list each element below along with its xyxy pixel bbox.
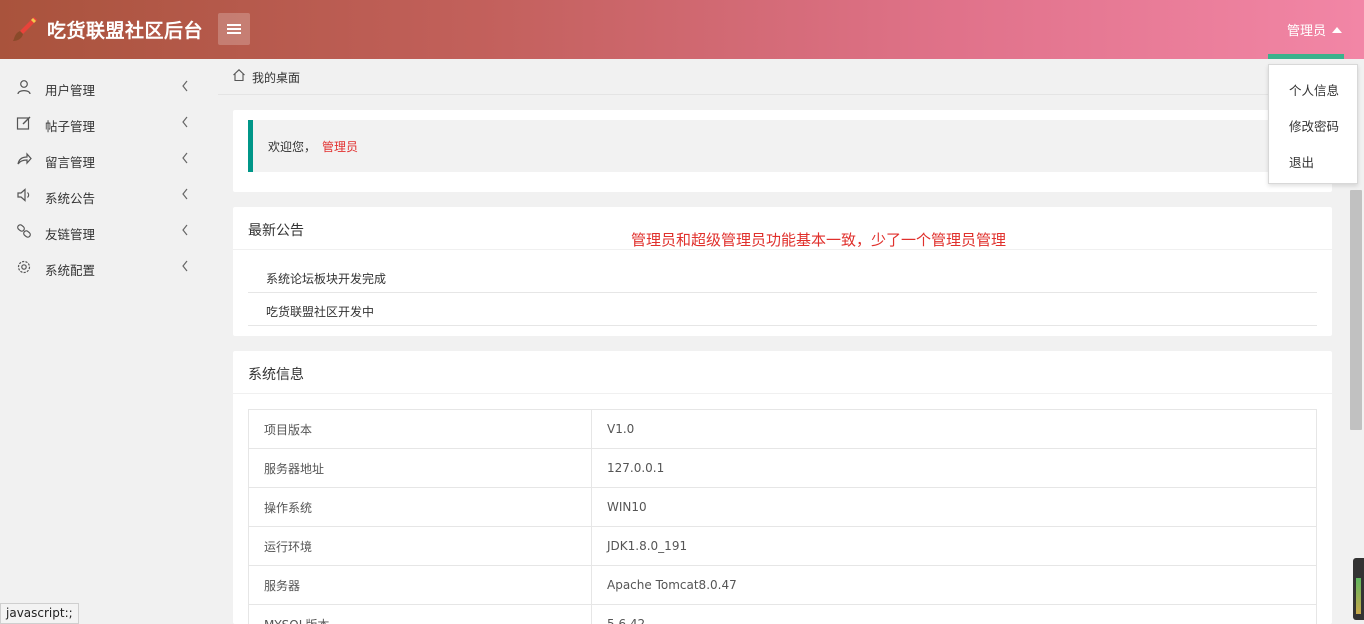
gear-icon	[17, 260, 31, 274]
speaker-icon	[17, 188, 30, 202]
chevron-left-icon	[182, 260, 188, 272]
menu-item-logout[interactable]: 退出	[1289, 152, 1314, 171]
system-info-card: 系统信息 项目版本 V1.0 服务器地址 127.0.0.1 操作系统 WIN10 运…	[233, 351, 1332, 624]
table-row: MYSQL版本5.6.42	[248, 604, 1317, 624]
breadcrumb: 我的桌面	[218, 59, 1348, 95]
notices-card: 最新公告 系统论坛板块开发完成 吃货联盟社区开发中	[233, 207, 1332, 336]
home-icon	[233, 69, 245, 82]
sidebar-item-settings[interactable]: 系统配置	[0, 249, 218, 285]
info-key: MYSQL版本	[248, 604, 592, 624]
sidebar-item-announcements[interactable]: 系统公告	[0, 177, 218, 213]
link-icon	[17, 224, 31, 238]
chevron-left-icon	[182, 80, 188, 92]
notices-title: 最新公告	[248, 223, 304, 239]
info-value: JDK1.8.0_191	[591, 526, 1317, 566]
info-key: 服务器地址	[248, 448, 592, 488]
table-row: 项目版本 V1.0	[248, 409, 1317, 449]
edit-icon	[16, 116, 31, 130]
info-key: 运行环境	[248, 526, 592, 566]
notice-item[interactable]: 系统论坛板块开发完成	[248, 260, 1317, 293]
sidebar-item-label: 留言管理	[45, 155, 96, 170]
sidebar-item-label: 用户管理	[45, 83, 96, 98]
sidebar-item-label: 友链管理	[45, 227, 96, 242]
info-value: 5.6.42	[591, 604, 1317, 624]
user-menu-label: 管理员	[1287, 24, 1327, 39]
hamburger-menu-icon	[227, 24, 241, 34]
welcome-prefix: 欢迎您，	[268, 140, 317, 154]
notice-item[interactable]: 吃货联盟社区开发中	[248, 293, 1317, 326]
menu-item-change-password[interactable]: 修改密码	[1289, 116, 1339, 135]
menu-item-profile[interactable]: 个人信息	[1289, 80, 1339, 99]
sidebar-item-label: 系统公告	[45, 191, 96, 206]
annotation-note: 管理员和超级管理员功能基本一致，少了一个管理员管理	[631, 231, 1007, 249]
chevron-left-icon	[182, 116, 188, 128]
sidebar-item-posts[interactable]: 帖子管理	[0, 105, 218, 141]
info-key: 服务器	[248, 565, 592, 605]
scrollbar-thumb[interactable]	[1350, 190, 1362, 430]
notice-item-label: 系统论坛板块开发完成	[266, 272, 387, 286]
divider	[233, 393, 1332, 394]
caret-up-icon	[1332, 27, 1343, 33]
info-value: Apache Tomcat8.0.47	[591, 565, 1317, 605]
welcome-username: 管理员	[322, 140, 359, 154]
top-header: 吃货联盟社区后台 管理员	[0, 0, 1364, 59]
system-info-table: 项目版本 V1.0 服务器地址 127.0.0.1 操作系统 WIN10 运行环境 JD…	[248, 409, 1317, 624]
info-value: 127.0.0.1	[591, 448, 1317, 488]
info-value: WIN10	[591, 487, 1317, 527]
table-row: 服务器地址 127.0.0.1	[248, 448, 1317, 488]
user-menu-button[interactable]: 管理员	[1287, 20, 1343, 39]
welcome-text: 欢迎您， 管理员	[268, 138, 358, 155]
chevron-left-icon	[182, 152, 188, 164]
share-icon	[17, 152, 32, 165]
system-info-title: 系统信息	[248, 367, 304, 383]
user-icon	[17, 80, 31, 95]
sidebar-item-messages[interactable]: 留言管理	[0, 141, 218, 177]
user-dropdown-menu: 个人信息 修改密码 退出	[1268, 64, 1358, 184]
sidebar-item-label: 系统配置	[45, 263, 96, 278]
sidebar: 用户管理 帖子管理 留言管理 系统公告 友链管理 系统配置	[0, 59, 218, 624]
chevron-left-icon	[182, 188, 188, 200]
sidebar-toggle-button[interactable]	[218, 13, 250, 45]
browser-status-bar: javascript:;	[0, 603, 79, 624]
welcome-banner: 欢迎您， 管理员	[248, 120, 1333, 172]
app-title: 吃货联盟社区后台	[47, 20, 204, 42]
brush-logo-icon	[13, 17, 37, 41]
table-row: 运行环境 JDK1.8.0_191	[248, 526, 1317, 566]
sidebar-item-links[interactable]: 友链管理	[0, 213, 218, 249]
table-row: 操作系统 WIN10	[248, 487, 1317, 527]
breadcrumb-current: 我的桌面	[252, 71, 301, 85]
chevron-left-icon	[182, 224, 188, 236]
sidebar-item-label: 帖子管理	[45, 119, 96, 134]
table-row: 服务器 Apache Tomcat8.0.47	[248, 565, 1317, 605]
info-value: V1.0	[591, 409, 1317, 449]
notice-item-label: 吃货联盟社区开发中	[266, 305, 375, 319]
info-key: 项目版本	[248, 409, 592, 449]
info-key: 操作系统	[248, 487, 592, 527]
side-widget	[1353, 558, 1364, 620]
welcome-card: 欢迎您， 管理员	[233, 110, 1333, 192]
sidebar-item-users[interactable]: 用户管理	[0, 69, 218, 105]
